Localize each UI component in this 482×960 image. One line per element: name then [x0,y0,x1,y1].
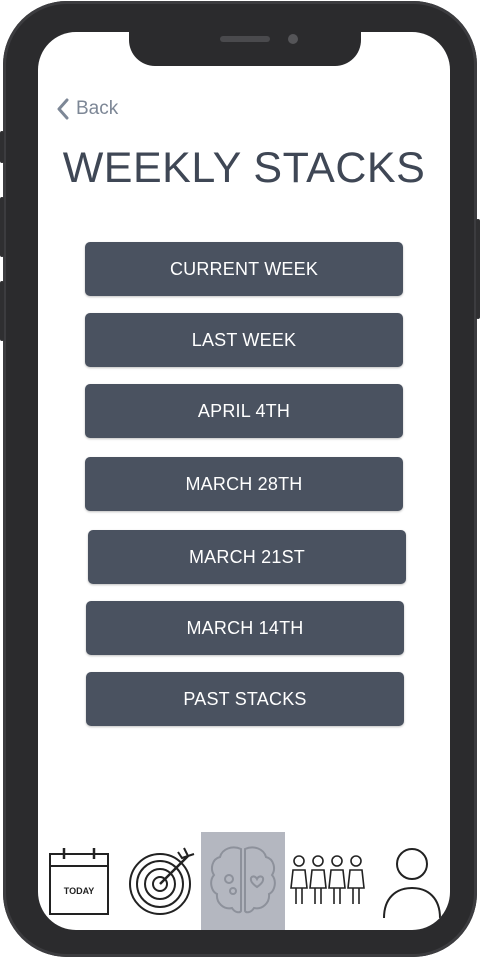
calendar-today-label: TODAY [64,886,95,896]
nav-item-goals[interactable] [124,832,200,930]
volume-up-button [0,197,4,257]
back-button[interactable]: Back [56,98,118,120]
calendar-icon: TODAY [49,848,109,915]
nav-item-today[interactable]: TODAY [44,832,114,930]
screen: Back WEEKLY STACKS CURRENT WEEK LAST WEE… [38,32,450,930]
chevron-left-icon [57,98,69,120]
people-icon [290,855,365,904]
person-icon [383,848,441,919]
stack-button-march-21st[interactable]: MARCH 21ST [88,530,406,584]
nav-item-brain[interactable] [201,832,285,930]
front-camera [288,34,298,44]
phone-frame: Back WEEKLY STACKS CURRENT WEEK LAST WEE… [0,1,480,957]
stack-button-past-stacks[interactable]: PAST STACKS [86,672,404,726]
back-label: Back [76,98,119,119]
power-button [476,219,480,319]
stack-button-last-week[interactable]: LAST WEEK [85,313,403,367]
nav-item-community[interactable] [288,832,368,930]
volume-down-button [0,281,4,341]
speaker-grille [220,36,270,42]
mute-switch [0,131,4,163]
stack-button-current-week[interactable]: CURRENT WEEK [85,242,403,296]
phone-notch [129,22,361,66]
nav-item-profile[interactable] [376,832,450,930]
bottom-nav: TODAY [38,832,450,930]
brain-icon [210,846,276,914]
stack-button-april-4th[interactable]: APRIL 4TH [85,384,403,438]
page-title: WEEKLY STACKS [62,144,426,192]
stack-button-march-28th[interactable]: MARCH 28TH [85,457,403,511]
stack-button-march-14th[interactable]: MARCH 14TH [86,601,404,655]
target-icon [129,847,195,915]
